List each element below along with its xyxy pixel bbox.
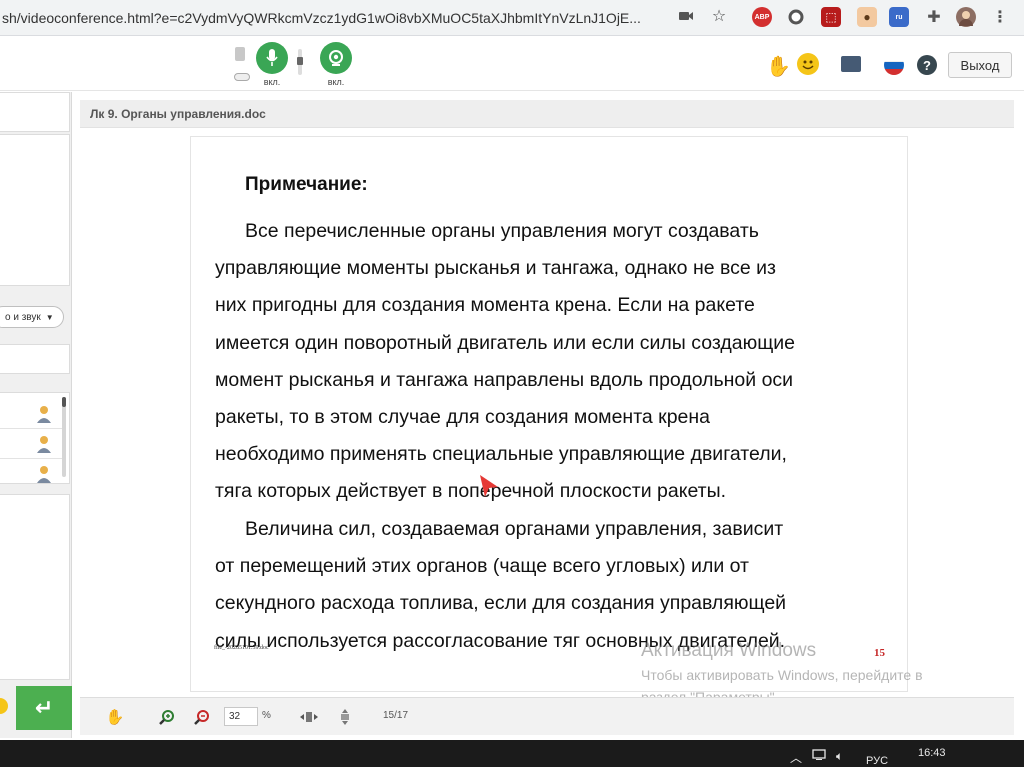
profile-avatar-icon[interactable] (956, 7, 976, 27)
raise-hand-icon[interactable]: ✋ (766, 54, 791, 79)
paragraph-line: секундного расхода топлива, если для соз… (215, 592, 787, 615)
viewer-toolbar: ✋ 32 % 15/17 (80, 697, 1014, 735)
user-icon (37, 466, 51, 483)
hand-tool-icon[interactable]: ✋ (106, 708, 125, 726)
paragraph-line: необходимо применять специальные управля… (215, 443, 787, 466)
pointer-arrow-icon (480, 475, 498, 497)
paragraph-line: имеется один поворотный двигатель или ес… (215, 331, 795, 354)
user-icon (37, 406, 51, 423)
document-title-bar: Лк 9. Органы управления.doc (80, 100, 1014, 128)
volume-icon[interactable]: 🔈︎ (836, 749, 843, 764)
participants-scrollbar[interactable] (62, 397, 66, 477)
participants-sidebar: о и звук ▼ ↵ (0, 92, 72, 738)
page-number: 15 (874, 647, 885, 659)
bookmark-star-icon[interactable]: ☆ (711, 8, 727, 25)
paragraph-line: от перемещений этих органов (чаще всего … (215, 555, 749, 578)
camera-status-label: вкл. (327, 77, 345, 87)
emoji-icon[interactable] (797, 53, 819, 75)
audio-video-select[interactable]: о и звук ▼ (0, 306, 64, 328)
chat-block (0, 494, 70, 680)
windows-activation-title: Активация Windows (641, 640, 817, 661)
camera-button[interactable] (320, 42, 352, 74)
zoom-input[interactable]: 32 (224, 707, 258, 726)
paragraph-line: ракеты, то в этом случае для создания мо… (215, 406, 711, 429)
cookie-extension-icon[interactable]: ● (857, 7, 877, 27)
paragraph-line: тяга которых действует в поперечной плос… (215, 480, 727, 503)
windows-activation-line-1: Чтобы активировать Windows, перейдите в (641, 667, 923, 683)
volume-level-icon (235, 47, 245, 61)
pdf-icon[interactable]: ⬚ (821, 7, 841, 27)
microphone-status-label: вкл. (263, 77, 281, 87)
help-icon[interactable]: ? (917, 55, 937, 75)
document-page: Примечание: Все перечисленные органы упр… (190, 136, 908, 692)
paragraph-line: Величина сил, создаваемая органами управ… (245, 518, 784, 540)
russian-flag-icon[interactable] (884, 55, 904, 75)
menu-kebab-icon[interactable]: ⋮ (990, 7, 1010, 27)
paragraph-line: момент рысканья и тангажа направлены вдо… (215, 368, 794, 391)
paragraph-line: Все перечисленные органы управления могу… (245, 220, 759, 242)
paragraph-1: Все перечисленные органы управления могу… (215, 213, 886, 511)
chevron-down-icon: ▼ (45, 312, 54, 322)
enter-arrow-icon: ↵ (34, 695, 54, 720)
fit-page-icon[interactable] (336, 708, 354, 726)
mic-toggle-switch[interactable] (234, 73, 250, 81)
document-viewer[interactable]: Примечание: Все перечисленные органы упр… (80, 128, 1014, 696)
zoom-out-icon[interactable] (193, 708, 211, 726)
translate-extension-icon[interactable]: ru (889, 7, 909, 27)
paragraph-line: них пригодны для создания момента крена.… (215, 294, 755, 317)
zoom-unit: % (262, 710, 271, 721)
extension-circle-icon[interactable] (786, 7, 806, 27)
document-title: Лк 9. Органы управления.doc (90, 107, 266, 121)
note-heading: Примечание: (245, 174, 368, 195)
user-icon (37, 436, 51, 453)
participants-list (0, 392, 70, 484)
exit-button[interactable]: Выход (948, 52, 1012, 78)
address-bar[interactable]: sh/videoconference.html?e=c2VydmVyQWRkcm… (0, 3, 738, 33)
microphone-icon (266, 49, 278, 66)
network-icon[interactable] (812, 749, 826, 763)
mic-volume-slider[interactable] (297, 49, 303, 75)
microphone-button[interactable] (256, 42, 288, 74)
extensions-puzzle-icon[interactable]: ✚ (924, 7, 944, 27)
send-message-button[interactable]: ↵ (16, 686, 72, 730)
paragraph-line: управляющие моменты рысканья и тангажа, … (215, 257, 776, 280)
folder-icon[interactable] (841, 56, 861, 72)
zoom-in-icon[interactable] (158, 708, 176, 726)
participant-row[interactable] (0, 429, 62, 459)
participant-row[interactable] (0, 399, 62, 429)
sidebar-section-header (0, 344, 70, 374)
fit-width-icon[interactable] (300, 708, 318, 726)
adblock-icon[interactable]: ABP (752, 7, 772, 27)
browser-toolbar: sh/videoconference.html?e=c2VydmVyQWRkcm… (0, 0, 1024, 36)
windows-taskbar: ︿ 🔈︎ РУС 16:43 (0, 740, 1024, 767)
audio-video-select-label: о и звук (5, 311, 41, 323)
paragraph-2: Величина сил, создаваемая органами управ… (215, 511, 886, 660)
tray-chevron-icon[interactable]: ︿ (790, 749, 802, 766)
webcam-icon (329, 50, 343, 66)
language-indicator[interactable]: РУС (866, 755, 888, 767)
sidebar-video-block (0, 134, 70, 286)
conference-toolbar: вкл. вкл. ✋ ? Выход (0, 37, 1024, 91)
emoji-picker-icon[interactable] (0, 698, 8, 714)
page-indicator: 15/17 (383, 710, 409, 721)
camera-icon[interactable] (678, 8, 694, 24)
clock-time[interactable]: 16:43 (918, 747, 946, 759)
footer-filename: file_-20285101.59.doc (214, 645, 269, 651)
sidebar-header-block (0, 92, 70, 132)
url-text[interactable]: sh/videoconference.html?e=c2VydmVyQWRkcm… (2, 10, 641, 26)
participant-row[interactable] (0, 459, 62, 489)
